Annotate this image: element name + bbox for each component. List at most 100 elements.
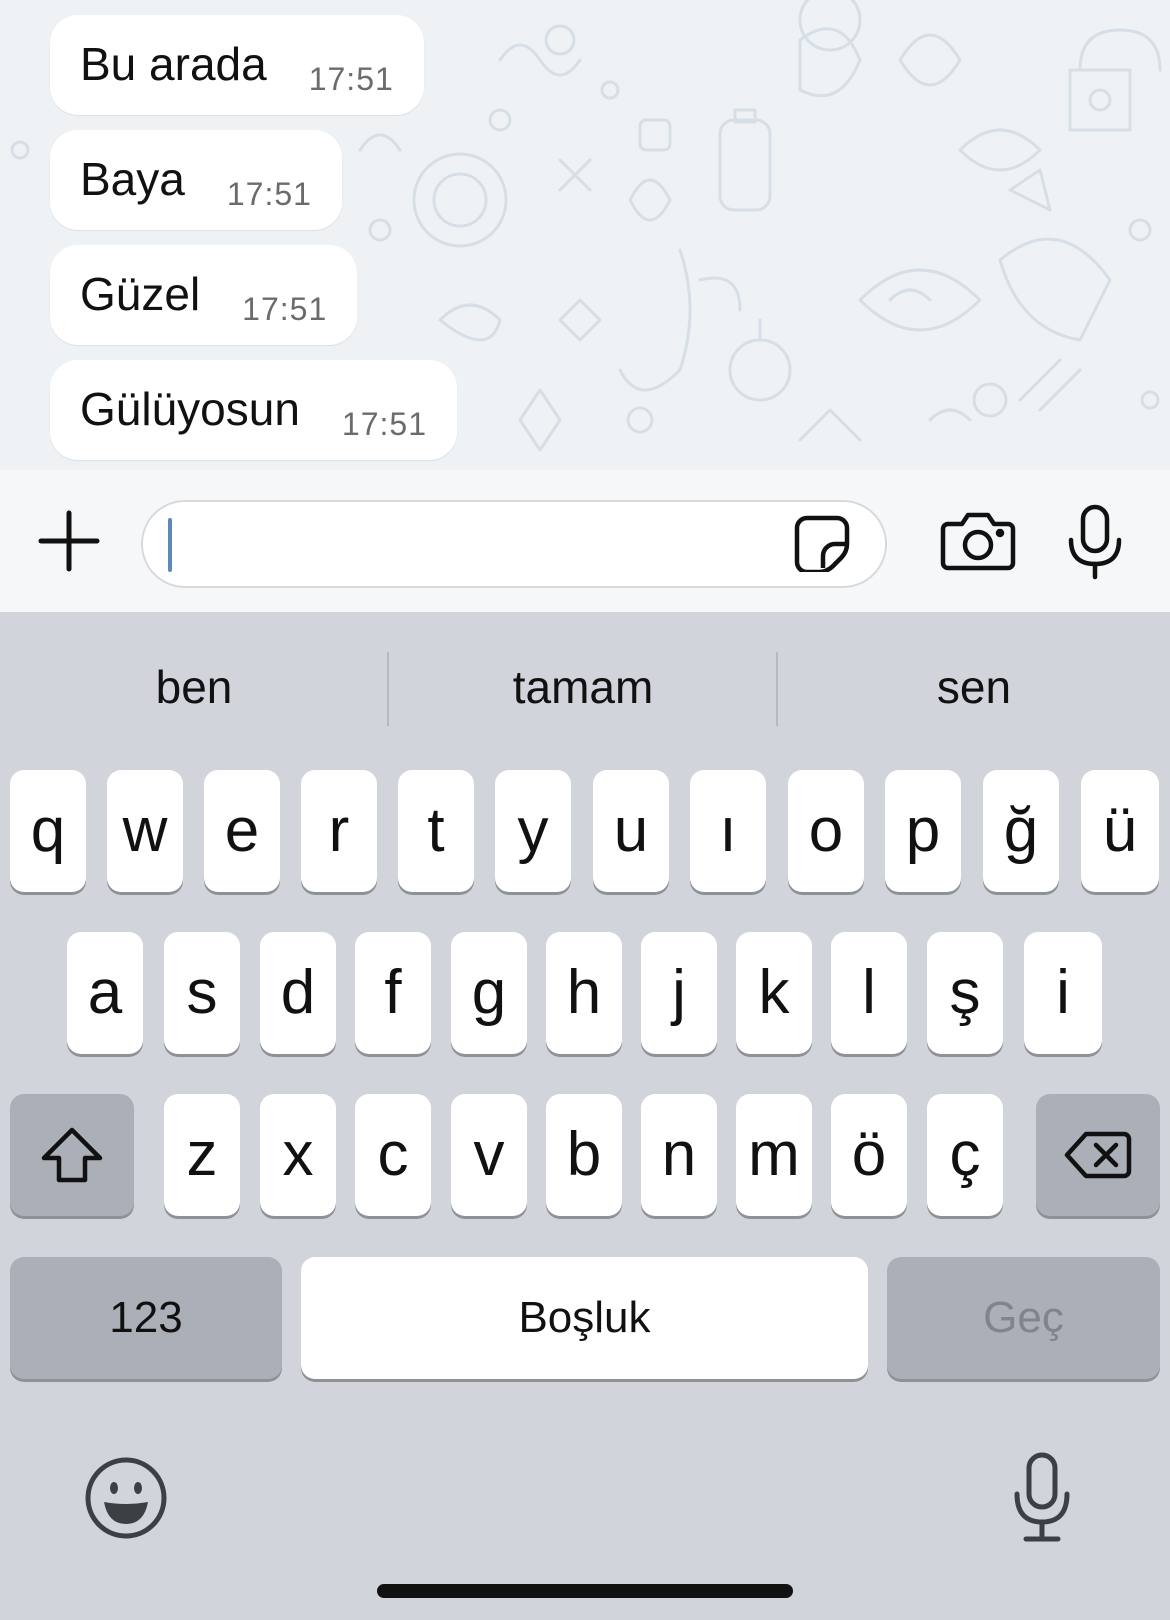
key-dotless-i[interactable]: ı [690, 770, 766, 892]
suggestion-label: ben [155, 661, 233, 713]
key-label: y [517, 796, 549, 865]
key-v[interactable]: v [451, 1094, 527, 1216]
suggestion-item[interactable]: ben [0, 612, 388, 762]
space-key[interactable]: Boşluk [301, 1257, 868, 1379]
key-g-breve[interactable]: ğ [983, 770, 1059, 892]
message-bubble[interactable]: Gülüyosun 17:51 [50, 360, 457, 460]
key-c[interactable]: c [355, 1094, 431, 1216]
key-label: ğ [1003, 796, 1039, 865]
message-time: 17:51 [226, 176, 312, 212]
key-label: c [377, 1120, 409, 1189]
key-c-cedilla[interactable]: ç [927, 1094, 1003, 1216]
key-t[interactable]: t [398, 770, 474, 892]
key-label: v [473, 1120, 505, 1189]
message-input-overlay [141, 500, 887, 588]
message-time: 17:51 [308, 61, 394, 97]
suggestion-item[interactable]: sen [778, 612, 1170, 762]
message-time: 17:51 [341, 406, 427, 442]
key-label: m [748, 1120, 800, 1189]
key-label: Geç [983, 1293, 1064, 1342]
key-label: o [808, 796, 844, 865]
key-label: u [613, 796, 649, 865]
key-l[interactable]: l [831, 932, 907, 1054]
key-w[interactable]: w [107, 770, 183, 892]
key-label: f [384, 958, 402, 1027]
dictation-icon[interactable] [1012, 1452, 1072, 1544]
key-r[interactable]: r [301, 770, 377, 892]
key-d[interactable]: d [260, 932, 336, 1054]
key-q[interactable]: q [10, 770, 86, 892]
key-j[interactable]: j [641, 932, 717, 1054]
message-time: 17:51 [242, 291, 328, 327]
key-p[interactable]: p [885, 770, 961, 892]
key-b[interactable]: b [546, 1094, 622, 1216]
key-label: z [186, 1120, 218, 1189]
key-z[interactable]: z [164, 1094, 240, 1216]
sticker-icon[interactable] [793, 514, 851, 572]
key-n[interactable]: n [641, 1094, 717, 1216]
key-f[interactable]: f [355, 932, 431, 1054]
key-u-umlaut[interactable]: ü [1081, 770, 1159, 892]
key-label: l [862, 958, 876, 1027]
key-label: w [122, 796, 168, 865]
key-o[interactable]: o [788, 770, 864, 892]
key-k[interactable]: k [736, 932, 812, 1054]
key-label: ü [1102, 796, 1138, 865]
plus-icon[interactable] [38, 510, 100, 572]
key-label: j [672, 958, 686, 1027]
key-label: t [427, 796, 445, 865]
text-caret [168, 518, 172, 572]
key-u[interactable]: u [593, 770, 669, 892]
message-bubble[interactable]: Bu arada 17:51 [50, 15, 424, 115]
key-label: ö [851, 1120, 887, 1189]
key-e[interactable]: e [204, 770, 280, 892]
message-text: Baya [80, 153, 185, 205]
key-h[interactable]: h [546, 932, 622, 1054]
key-m[interactable]: m [736, 1094, 812, 1216]
home-indicator[interactable] [377, 1584, 793, 1598]
key-label: ç [949, 1120, 981, 1189]
suggestion-item[interactable]: tamam [389, 612, 777, 762]
chat-area: Bu arada 17:51 Baya 17:51 Güzel 17:51 Gü… [0, 0, 1170, 470]
key-label: h [566, 958, 602, 1027]
key-i[interactable]: i [1024, 932, 1102, 1054]
key-o-umlaut[interactable]: ö [831, 1094, 907, 1216]
return-key[interactable]: Geç [887, 1257, 1160, 1379]
key-s[interactable]: s [164, 932, 240, 1054]
key-g[interactable]: g [451, 932, 527, 1054]
microphone-icon[interactable] [1066, 504, 1124, 580]
message-bubble[interactable]: Güzel 17:51 [50, 245, 358, 345]
numbers-key[interactable]: 123 [10, 1257, 282, 1379]
suggestion-label: tamam [512, 661, 654, 713]
key-label: n [661, 1120, 697, 1189]
key-label: Boşluk [518, 1293, 651, 1342]
shift-key[interactable] [10, 1094, 134, 1216]
key-label: r [328, 796, 350, 865]
key-label: a [87, 958, 123, 1027]
message-composer [0, 470, 1170, 612]
key-label: e [224, 796, 260, 865]
key-y[interactable]: y [495, 770, 571, 892]
key-label: x [282, 1120, 314, 1189]
backspace-icon [1064, 1131, 1132, 1179]
keyboard: ben tamam sen q w e r t y u ı o p ğ ü a … [0, 612, 1170, 1620]
key-label: ı [719, 796, 737, 865]
key-label: s [186, 958, 218, 1027]
key-label: ş [949, 958, 981, 1027]
key-label: q [30, 796, 66, 865]
key-label: g [471, 958, 507, 1027]
camera-icon[interactable] [940, 510, 1016, 572]
key-label: 123 [109, 1293, 183, 1342]
backspace-key[interactable] [1036, 1094, 1160, 1216]
key-a[interactable]: a [67, 932, 143, 1054]
key-x[interactable]: x [260, 1094, 336, 1216]
key-label: i [1056, 958, 1070, 1027]
message-bubble[interactable]: Baya 17:51 [50, 130, 342, 230]
emoji-icon[interactable] [84, 1456, 168, 1540]
key-label: d [280, 958, 316, 1027]
key-s-cedilla[interactable]: ş [927, 932, 1003, 1054]
message-text: Güzel [80, 268, 201, 320]
message-text: Gülüyosun [80, 383, 300, 435]
shift-icon [41, 1127, 103, 1183]
suggestion-label: sen [936, 661, 1012, 713]
